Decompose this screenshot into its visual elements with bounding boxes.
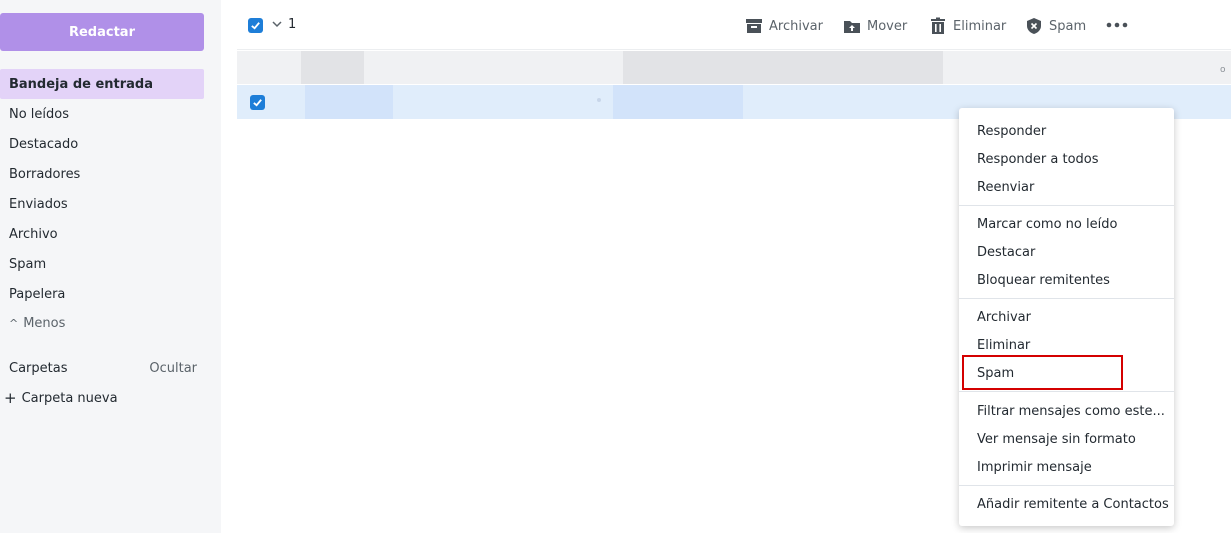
menu-item-forward[interactable]: Reenviar [959, 174, 1174, 200]
menu-divider [959, 485, 1174, 486]
menu-item-view-raw[interactable]: Ver mensaje sin formato [959, 426, 1174, 452]
sidebar-item-inbox[interactable]: Bandeja de entrada [0, 69, 204, 99]
move-folder-icon [844, 21, 860, 33]
message-toolbar: 1 Archivar Mover Eliminar Spam [237, 0, 1231, 50]
chevron-down-icon[interactable] [271, 17, 283, 31]
menu-item-block-senders[interactable]: Bloquear remitentes [959, 267, 1174, 293]
chevron-up-icon: ^ [9, 316, 19, 330]
mail-app: Redactar Bandeja de entrada No leídos De… [0, 0, 1231, 533]
selected-count: 1 [288, 17, 297, 32]
blurred-sender [301, 51, 364, 84]
folders-header: Carpetas Ocultar [9, 358, 197, 378]
archive-button[interactable]: Archivar [745, 15, 823, 37]
sidebar-item-archive[interactable]: Archivo [0, 219, 204, 249]
context-menu: Responder Responder a todos Reenviar Mar… [959, 108, 1174, 526]
menu-item-filter-similar[interactable]: Filtrar mensajes como este... [959, 398, 1174, 424]
more-options-icon[interactable] [1106, 18, 1128, 32]
unread-dot [597, 98, 601, 102]
sidebar-item-sent[interactable]: Enviados [0, 189, 204, 219]
sidebar-item-spam[interactable]: Spam [0, 249, 204, 279]
row-checkbox[interactable] [250, 95, 265, 110]
sidebar: Redactar Bandeja de entrada No leídos De… [0, 0, 221, 533]
blurred-sender [305, 85, 393, 119]
sidebar-item-drafts[interactable]: Borradores [0, 159, 204, 189]
delete-label: Eliminar [953, 18, 1007, 34]
compose-button[interactable]: Redactar [0, 13, 204, 51]
menu-divider [959, 391, 1174, 392]
blurred-subject [623, 51, 943, 84]
new-folder-button[interactable]: + Carpeta nueva [4, 388, 118, 408]
archive-icon [746, 19, 762, 33]
delete-button[interactable]: Eliminar [929, 15, 1006, 37]
menu-item-mark-unread[interactable]: Marcar como no leído [959, 211, 1174, 237]
move-button[interactable]: Mover [843, 15, 907, 37]
sidebar-item-starred[interactable]: Destacado [0, 129, 204, 159]
blurred-subject [613, 85, 743, 119]
menu-item-reply-all[interactable]: Responder a todos [959, 146, 1174, 172]
menu-item-star[interactable]: Destacar [959, 239, 1174, 265]
select-all-checkbox[interactable] [248, 18, 263, 33]
menu-item-print[interactable]: Imprimir mensaje [959, 454, 1174, 480]
menu-divider [959, 298, 1174, 299]
sidebar-less-label: Menos [23, 315, 66, 331]
spam-button[interactable]: Spam [1025, 15, 1086, 37]
plus-icon: + [4, 389, 17, 407]
shield-icon [1027, 18, 1041, 34]
row-status-indicator: o [1220, 65, 1226, 75]
folders-hide-link[interactable]: Ocultar [149, 361, 197, 376]
highlight-box [962, 355, 1123, 390]
sidebar-item-trash[interactable]: Papelera [0, 279, 204, 309]
trash-icon [931, 17, 945, 34]
move-label: Mover [867, 18, 908, 34]
archive-label: Archivar [769, 18, 823, 34]
new-folder-label: Carpeta nueva [21, 390, 118, 406]
spam-label: Spam [1049, 18, 1087, 34]
message-row[interactable] [237, 51, 1231, 84]
folders-label: Carpetas [9, 360, 68, 376]
menu-item-add-contact[interactable]: Añadir remitente a Contactos [959, 491, 1174, 517]
menu-divider [959, 205, 1174, 206]
checkmark-icon [253, 99, 262, 107]
menu-item-reply[interactable]: Responder [959, 118, 1174, 144]
sidebar-item-unread[interactable]: No leídos [0, 99, 204, 129]
sidebar-less-toggle[interactable]: ^ Menos [0, 308, 204, 338]
menu-item-archive[interactable]: Archivar [959, 304, 1174, 330]
checkmark-icon [251, 22, 260, 30]
